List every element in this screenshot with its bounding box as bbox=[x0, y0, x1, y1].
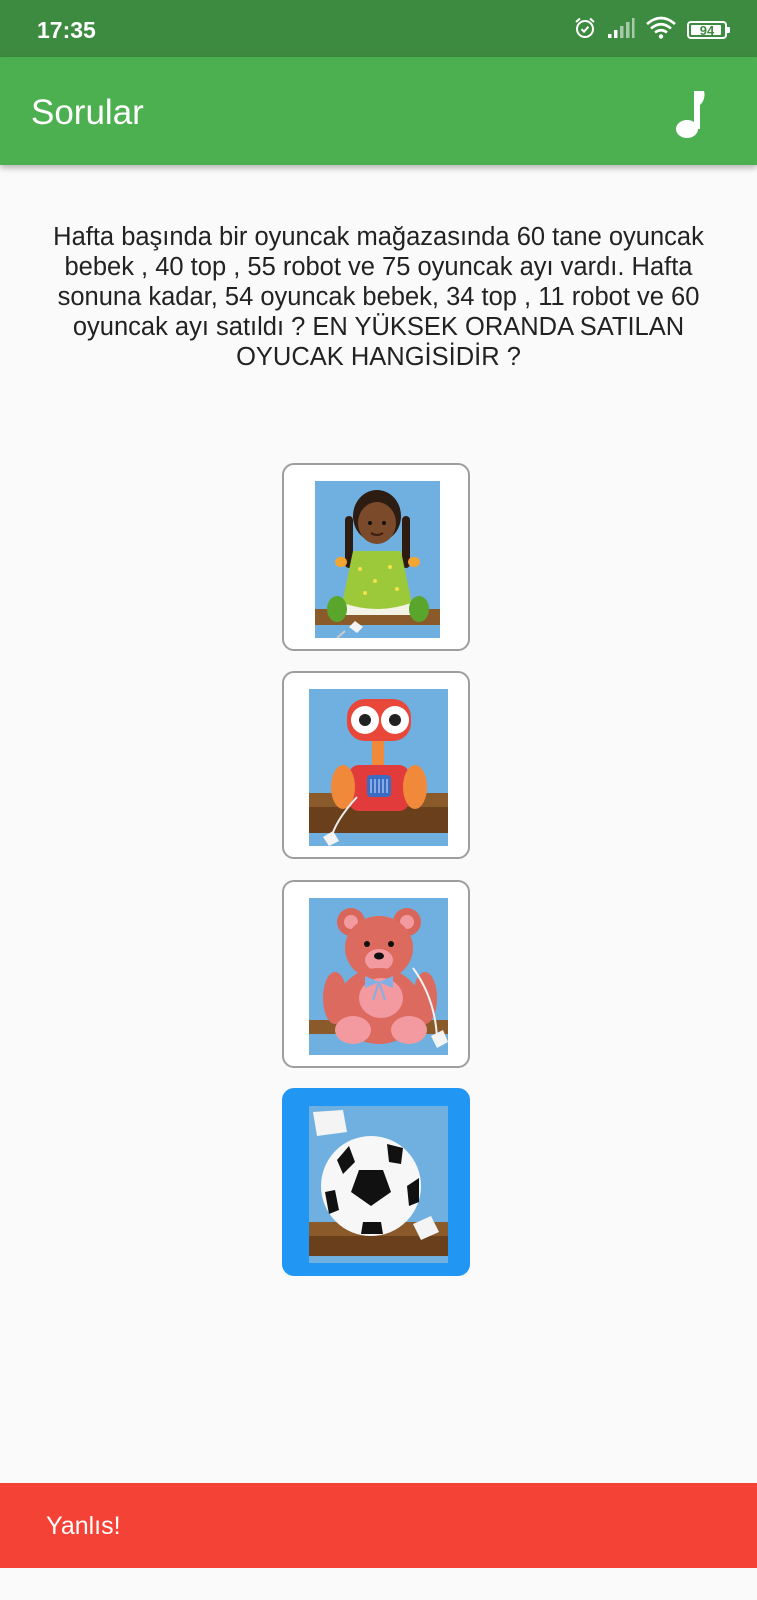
signal-icon bbox=[607, 17, 635, 44]
question-text: Hafta başında bir oyuncak mağazasında 60… bbox=[53, 223, 704, 371]
doll-image bbox=[315, 481, 440, 638]
robot-image bbox=[309, 689, 448, 846]
status-icons: 94 bbox=[573, 16, 730, 45]
music-button[interactable] bbox=[660, 85, 720, 141]
app-bar: Sorular bbox=[0, 57, 757, 165]
wifi-icon bbox=[645, 16, 677, 45]
teddy-bear-image bbox=[309, 898, 448, 1055]
status-time: 17:35 bbox=[37, 17, 96, 43]
snackbar-message: Yanlıs! bbox=[46, 1512, 121, 1540]
music-note-icon bbox=[676, 91, 705, 138]
status-bar: 17:35 94 bbox=[0, 0, 757, 57]
option-ball[interactable] bbox=[282, 1088, 470, 1276]
alarm-icon bbox=[573, 16, 597, 45]
snackbar: Yanlıs! bbox=[0, 1483, 757, 1568]
app-title: Sorular bbox=[31, 93, 144, 132]
battery-icon: 94 bbox=[687, 21, 730, 39]
option-doll[interactable] bbox=[282, 463, 470, 651]
soccer-ball-image bbox=[309, 1106, 448, 1263]
option-robot[interactable] bbox=[282, 671, 470, 859]
option-teddy-bear[interactable] bbox=[282, 880, 470, 1068]
battery-level-text: 94 bbox=[699, 22, 715, 38]
